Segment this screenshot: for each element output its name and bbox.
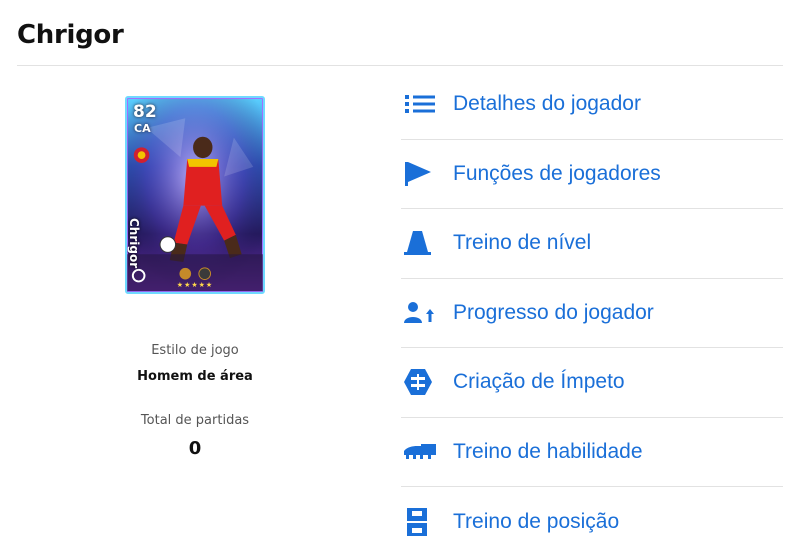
list-icon (403, 91, 439, 117)
menu-item-level-training[interactable]: Treino de nível (401, 209, 783, 279)
menu-item-player-progress[interactable]: Progresso do jogador (401, 279, 783, 348)
card-stars: ★★★★★ (176, 281, 214, 289)
card-player-name: Chrigor (127, 218, 141, 269)
total-matches-label: Total de partidas (140, 413, 250, 428)
menu-item-momentum-creation[interactable]: Criação de Ímpeto (401, 348, 783, 418)
menu-item-player-roles[interactable]: Funções de jogadores (401, 140, 783, 209)
menu-item-player-details[interactable]: Detalhes do jogador (401, 70, 783, 140)
card-position: CA (134, 122, 151, 135)
play-style-label: Estilo de jogo (151, 343, 239, 358)
menu-item-label: Treino de habilidade (453, 439, 643, 463)
menu-item-position-training[interactable]: Treino de posição (401, 487, 783, 542)
menu-item-label: Progresso do jogador (453, 300, 654, 324)
menu-item-label: Detalhes do jogador (453, 92, 641, 116)
menu-item-label: Treino de nível (453, 231, 592, 255)
play-style-value: Homem de área (137, 369, 253, 384)
flag-icon (403, 161, 439, 187)
title-divider (17, 65, 783, 66)
cone-icon (403, 230, 439, 256)
total-matches-value: 0 (188, 438, 202, 459)
card-rating: 82 (133, 102, 157, 122)
pitch-icon (403, 507, 439, 536)
boot-icon (403, 439, 439, 465)
menu-item-skill-training[interactable]: Treino de habilidade (401, 418, 783, 487)
menu-item-label: Criação de Ímpeto (453, 370, 625, 394)
player-actions-menu: Detalhes do jogador Funções de jogadores… (401, 70, 783, 542)
menu-item-label: Funções de jogadores (453, 161, 661, 185)
momentum-icon (403, 369, 439, 396)
player-card[interactable]: 82 CA Chrigor ★★★★★ (125, 96, 265, 294)
menu-item-label: Treino de posição (453, 509, 620, 533)
person-up-icon (403, 300, 439, 326)
page-title: Chrigor (17, 20, 124, 50)
